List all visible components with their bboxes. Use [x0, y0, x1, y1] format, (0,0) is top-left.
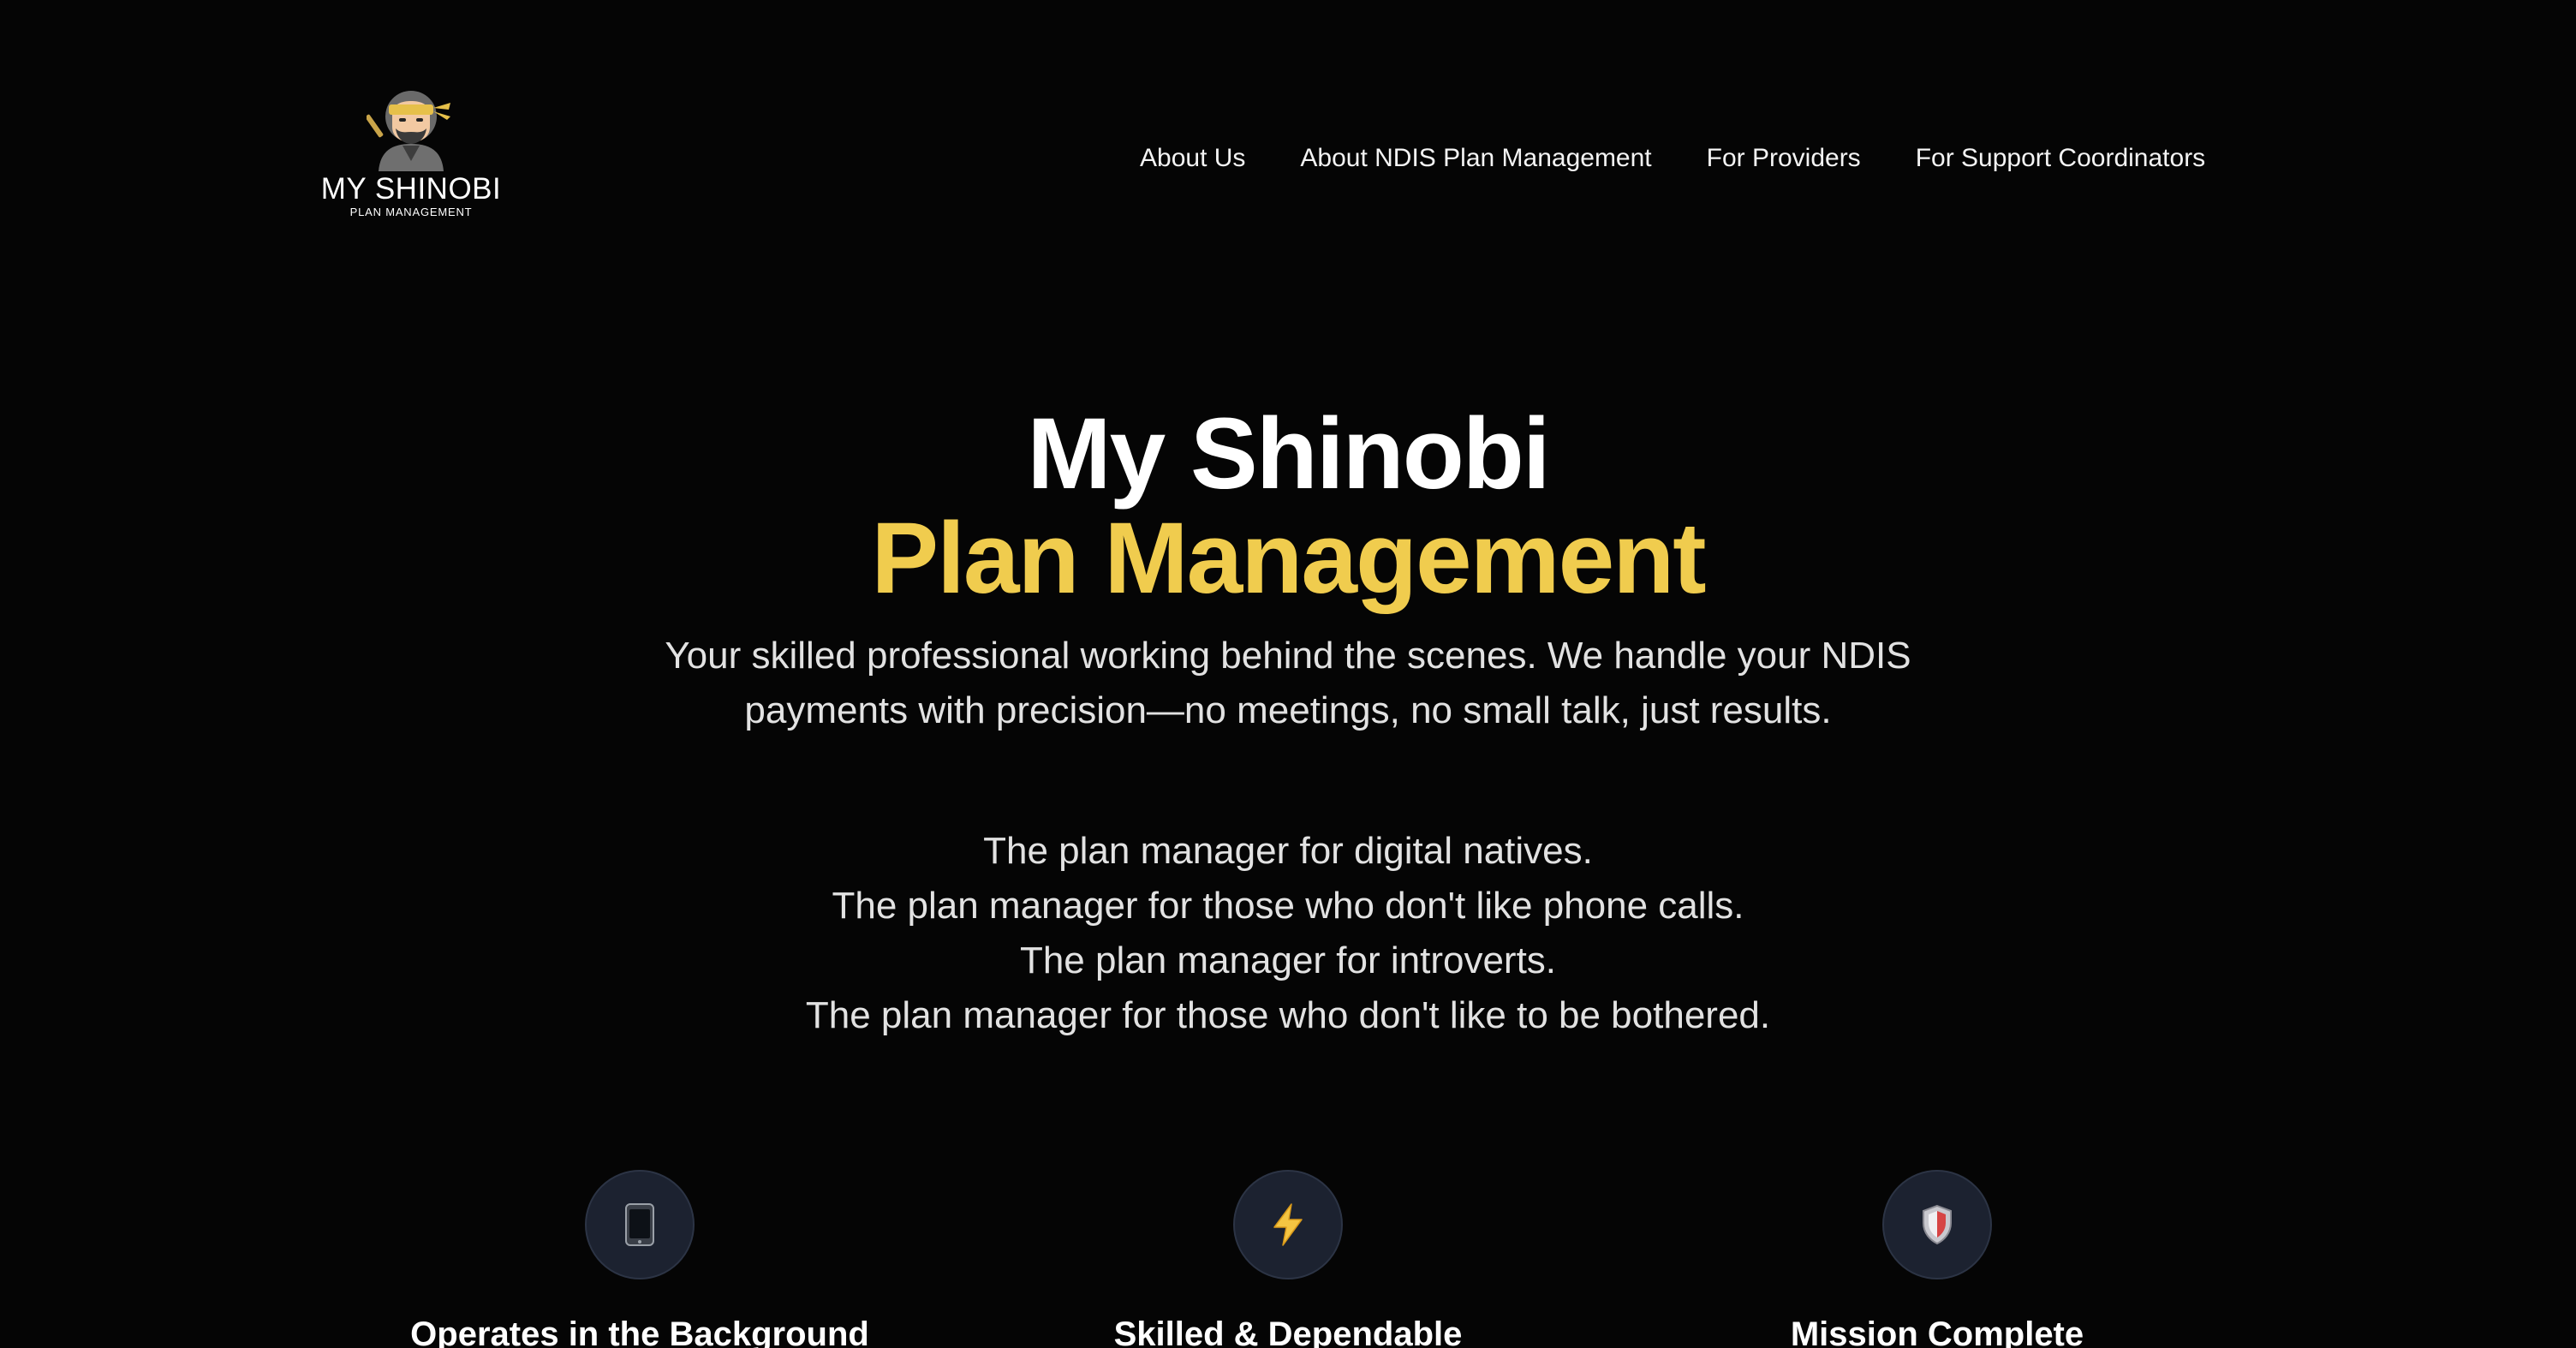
main-nav: About Us About NDIS Plan Management For …: [1140, 140, 2205, 177]
features-section: Operates in the Background Skilled & Dep…: [0, 1170, 2576, 1348]
shield-icon: [1923, 1204, 1952, 1245]
page: MY SHINOBI PLAN MANAGEMENT About Us Abou…: [0, 0, 2576, 1348]
feature-mission-complete: Mission Complete: [1612, 1170, 2263, 1348]
feature-operates-in-background: Operates in the Background: [314, 1170, 965, 1348]
brand-name: MY SHINOBI: [320, 172, 502, 206]
feature-skilled-dependable: Skilled & Dependable: [963, 1170, 1613, 1348]
tagline-item: The plan manager for introverts.: [1019, 939, 1557, 981]
brand-logo[interactable]: MY SHINOBI PLAN MANAGEMENT: [319, 84, 504, 226]
tagline-item: The plan manager for digital natives.: [983, 830, 1593, 872]
feature-title: Mission Complete: [1790, 1315, 2084, 1348]
feature-icon-circle: [1233, 1170, 1343, 1279]
hero-section: My Shinobi Plan Management Your skilled …: [0, 403, 2576, 1043]
lightning-bolt-icon: [1273, 1203, 1303, 1246]
tagline-item: The plan manager for those who don't lik…: [832, 885, 1744, 927]
nav-link-about-us[interactable]: About Us: [1140, 140, 1245, 177]
nav-link-for-providers[interactable]: For Providers: [1707, 140, 1861, 177]
hero-description: Your skilled professional working behind…: [665, 635, 1911, 731]
mobile-phone-icon: [625, 1203, 654, 1246]
feature-title: Operates in the Background: [410, 1315, 869, 1348]
feature-icon-circle: [1882, 1170, 1992, 1279]
hero-title-line1: My Shinobi: [1027, 397, 1550, 510]
brand-subtitle: PLAN MANAGEMENT: [349, 206, 473, 218]
hero-title: My Shinobi Plan Management: [0, 403, 2576, 611]
hero-title-line2: Plan Management: [871, 502, 1706, 615]
feature-title: Skilled & Dependable: [1113, 1315, 1463, 1348]
nav-link-for-support-coordinators[interactable]: For Support Coordinators: [1916, 140, 2206, 177]
feature-icon-circle: [585, 1170, 695, 1279]
tagline-item: The plan manager for those who don't lik…: [805, 994, 1771, 1036]
tagline-list: The plan manager for digital natives. Th…: [0, 824, 2576, 1043]
ninja-mascot-icon: [367, 91, 450, 171]
nav-link-about-ndis-plan-management[interactable]: About NDIS Plan Management: [1300, 140, 1651, 177]
